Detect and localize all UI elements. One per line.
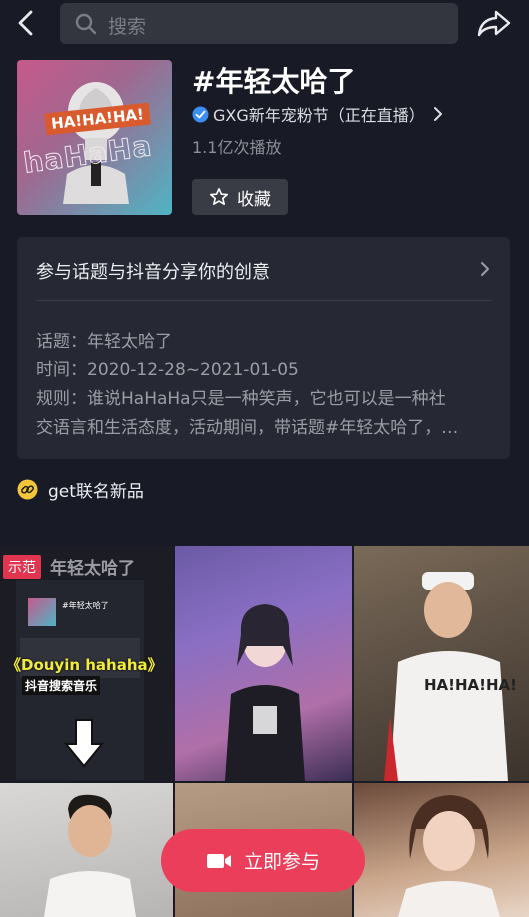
search-icon xyxy=(75,13,97,35)
verified-badge-icon xyxy=(192,106,209,122)
shirt-text: HA!HA!HA! xyxy=(424,676,518,694)
demo-mini-title: #年轻太哈了 xyxy=(62,601,109,610)
join-now-label: 立即参与 xyxy=(243,851,320,873)
topic-title: #年轻太哈了 xyxy=(192,65,356,98)
back-arrow-icon[interactable] xyxy=(12,8,42,38)
star-icon xyxy=(209,187,229,206)
video-tile-demo[interactable]: #年轻太哈了 年轻太哈了 示范 《Douyin hahaha》 抖音搜索音乐 xyxy=(0,546,173,781)
person-figure xyxy=(225,604,305,781)
chevron-right-icon xyxy=(481,262,489,276)
video-tile-4[interactable] xyxy=(0,783,173,917)
get-new-products-link[interactable]: get联名新品 xyxy=(17,477,144,502)
search-bar[interactable]: 搜索 xyxy=(60,3,458,44)
join-now-button[interactable]: 立即参与 xyxy=(161,829,365,892)
time-line: 时间：2020-12-28~2021-01-05 xyxy=(36,360,299,380)
down-arrow-icon xyxy=(64,719,104,768)
video-tile-6[interactable] xyxy=(354,783,529,917)
demo-overlay-search: 抖音搜索音乐 xyxy=(22,676,101,695)
topic-line: 话题：年轻太哈了 xyxy=(36,332,172,352)
favorite-label: 收藏 xyxy=(237,189,271,210)
play-count: 1.1亿次播放 xyxy=(192,138,282,157)
video-tile-3[interactable]: HA!HA!HA! xyxy=(354,546,529,781)
rules-line-2: 交语言和生活态度，活动期间，带话题#年轻太哈了，… xyxy=(36,418,459,438)
info-card-heading: 参与话题与抖音分享你的创意 xyxy=(36,262,270,283)
video-camera-icon xyxy=(206,853,231,868)
person-figure xyxy=(44,794,136,917)
divider xyxy=(36,300,492,301)
person-figure xyxy=(398,795,500,917)
chevron-right-icon xyxy=(433,107,442,121)
topic-info-card[interactable]: 参与话题与抖音分享你的创意 话题：年轻太哈了 时间：2020-12-28~202… xyxy=(17,237,510,459)
video-tile-2[interactable] xyxy=(175,546,352,781)
demo-overlay-song: 《Douyin hahaha》 xyxy=(6,656,163,674)
topic-cover-image: HA!HA!HA! haHaHa xyxy=(17,60,172,215)
link-icon xyxy=(17,479,38,500)
rules-line-1: 规则：谁说HaHaHa只是一种笑声，它也可以是一种社 xyxy=(36,389,446,409)
demo-mini-cover xyxy=(28,598,56,626)
live-link[interactable]: GXG新年宠粉节（正在直播） xyxy=(192,102,443,126)
top-bar: 搜索 xyxy=(0,0,529,46)
search-placeholder: 搜索 xyxy=(108,16,147,38)
person-figure xyxy=(384,572,508,781)
live-text: GXG新年宠粉节（正在直播） xyxy=(213,106,425,125)
share-icon[interactable] xyxy=(476,8,512,38)
demo-title: 年轻太哈了 xyxy=(50,559,135,579)
link-label: get联名新品 xyxy=(48,482,144,502)
demo-badge: 示范 xyxy=(3,555,41,579)
favorite-button[interactable]: 收藏 xyxy=(192,179,288,215)
